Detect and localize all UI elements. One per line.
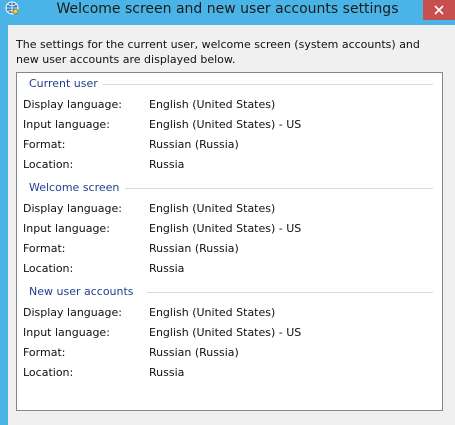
location-label: Location: [23, 262, 74, 275]
window-title: Welcome screen and new user accounts set… [56, 1, 399, 17]
format-value: Russian (Russia) [149, 242, 239, 255]
section-divider [147, 292, 433, 293]
format-value: Russian (Russia) [149, 138, 239, 151]
input-language-value: English (United States) - US [149, 326, 302, 339]
format-label: Format: [23, 242, 66, 255]
input-language-label: Input language: [23, 118, 110, 131]
location-value: Russia [149, 366, 185, 379]
location-value: Russia [149, 158, 185, 171]
display-language-label: Display language: [23, 306, 122, 319]
section-header-welcome-screen: Welcome screen [29, 181, 120, 194]
location-label: Location: [23, 158, 74, 171]
section-divider [125, 188, 433, 189]
display-language-label: Display language: [23, 98, 122, 111]
section-header-current-user: Current user [29, 77, 98, 90]
location-label: Location: [23, 366, 74, 379]
settings-panel: Current user Display language: English (… [16, 72, 443, 411]
title-bar[interactable]: Welcome screen and new user accounts set… [0, 0, 455, 25]
display-language-value: English (United States) [149, 98, 276, 111]
display-language-value: English (United States) [149, 306, 276, 319]
display-language-label: Display language: [23, 202, 122, 215]
section-header-new-user-accounts: New user accounts [29, 285, 134, 298]
close-icon [434, 5, 444, 15]
format-value: Russian (Russia) [149, 346, 239, 359]
location-value: Russia [149, 262, 185, 275]
input-language-value: English (United States) - US [149, 222, 302, 235]
format-label: Format: [23, 138, 66, 151]
input-language-value: English (United States) - US [149, 118, 302, 131]
format-label: Format: [23, 346, 66, 359]
close-button[interactable] [423, 0, 455, 20]
input-language-label: Input language: [23, 222, 110, 235]
dialog-body: The settings for the current user, welco… [8, 25, 455, 425]
input-language-label: Input language: [23, 326, 110, 339]
section-divider [103, 84, 433, 85]
description-text: The settings for the current user, welco… [16, 38, 420, 66]
settings-window: Welcome screen and new user accounts set… [0, 0, 455, 425]
display-language-value: English (United States) [149, 202, 276, 215]
